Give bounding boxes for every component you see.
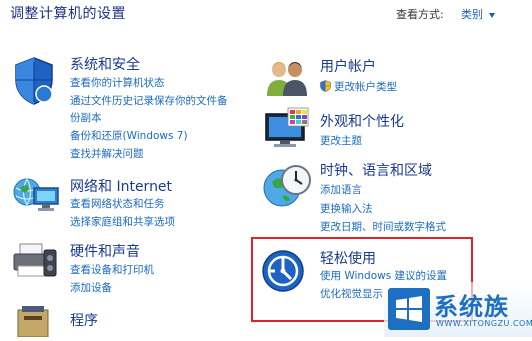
watermark-url: WWW.XITONGZU.COM (436, 319, 532, 328)
link-view-computer-status[interactable]: 查看你的计算机状态 (70, 75, 165, 90)
clock-globe-icon (262, 160, 312, 210)
link-add-device[interactable]: 添加设备 (70, 280, 112, 295)
chevron-down-icon (489, 12, 495, 18)
link-optimize-visual-display[interactable]: 优化视觉显示 (320, 286, 383, 301)
printer-icon (10, 240, 60, 282)
link-file-history-cont[interactable]: 份副本 (70, 110, 102, 125)
link-troubleshoot[interactable]: 查找并解决问题 (70, 146, 144, 161)
category-title-system-security[interactable]: 系统和安全 (70, 54, 140, 74)
link-file-history[interactable]: 通过文件历史记录保存你的文件备 (70, 93, 228, 108)
page-title: 调整计算机的设置 (10, 6, 126, 22)
category-title-hardware[interactable]: 硬件和声音 (70, 241, 140, 261)
category-title-network[interactable]: 网络和 Internet (70, 176, 172, 196)
watermark-text: 系统族 (434, 293, 509, 321)
link-change-account-type-label: 更改帐户类型 (334, 81, 397, 93)
users-icon (265, 56, 311, 98)
programs-icon (14, 302, 54, 338)
category-title-user-accounts[interactable]: 用户帐户 (320, 56, 376, 76)
link-recommended-settings[interactable]: 使用 Windows 建议的设置 (320, 268, 447, 283)
link-change-account-type[interactable]: 更改帐户类型 (320, 79, 397, 95)
watermark: 系统族 WWW.XITONGZU.COM (384, 282, 532, 337)
category-title-clock-language[interactable]: 时钟、语言和区域 (320, 160, 432, 180)
link-devices-printers[interactable]: 查看设备和打印机 (70, 262, 154, 277)
view-by-label: 查看方式: (396, 8, 444, 21)
link-change-date-format[interactable]: 更改日期、时间或数字格式 (320, 219, 446, 234)
link-network-status[interactable]: 查看网络状态和任务 (70, 196, 165, 211)
shield-icon (12, 56, 56, 106)
windows-logo-icon (388, 288, 430, 330)
category-title-ease-of-access[interactable]: 轻松使用 (320, 248, 376, 268)
personalization-monitor-icon (262, 106, 312, 150)
view-by-value: 类别 (461, 8, 483, 21)
category-title-programs[interactable]: 程序 (70, 310, 98, 330)
network-globe-icon (12, 174, 62, 216)
link-backup-restore[interactable]: 备份和还原(Windows 7) (70, 128, 188, 143)
uac-shield-icon (320, 79, 331, 95)
view-by-dropdown[interactable]: 类别 (461, 6, 495, 22)
link-add-language[interactable]: 添加语言 (320, 182, 362, 197)
category-title-appearance[interactable]: 外观和个性化 (320, 111, 404, 131)
link-homegroup[interactable]: 选择家庭组和共享选项 (70, 214, 175, 229)
link-change-theme[interactable]: 更改主题 (320, 133, 362, 148)
ease-of-access-icon (261, 249, 305, 293)
link-change-input-method[interactable]: 更换输入法 (320, 201, 373, 216)
